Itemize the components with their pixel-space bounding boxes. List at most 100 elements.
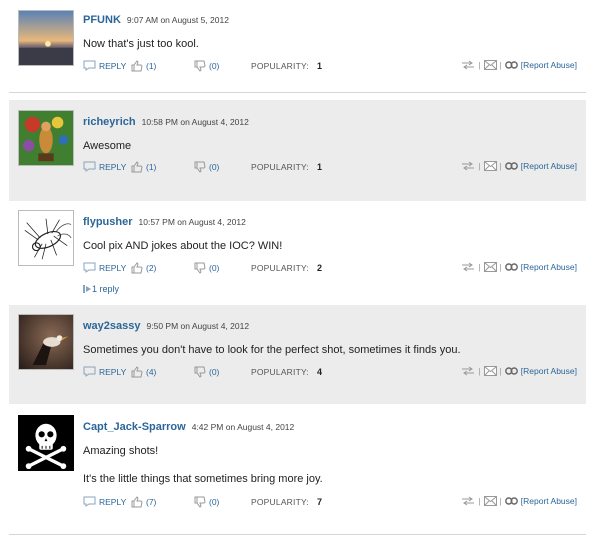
separator: | xyxy=(499,262,502,272)
comment-text: Amazing shots! xyxy=(83,445,159,457)
popularity-value: 4 xyxy=(316,367,323,377)
comment-text-line-2: It's the little things that sometimes br… xyxy=(83,473,323,485)
username[interactable]: way2sassy xyxy=(83,320,141,332)
like-count: (1) xyxy=(146,162,157,172)
thumbs-up-icon xyxy=(131,60,143,72)
username[interactable]: Capt_Jack-Sparrow xyxy=(83,421,186,433)
popularity: POPULARITY: 1 xyxy=(251,61,322,71)
reply-label: REPLY xyxy=(99,496,127,507)
comment-header: Capt_Jack-Sparrow 4:42 PM on August 4, 20… xyxy=(83,417,294,435)
reply-label: REPLY xyxy=(99,366,127,377)
username[interactable]: richeyrich xyxy=(83,116,136,128)
link-icon[interactable] xyxy=(504,367,518,375)
link-icon[interactable] xyxy=(504,61,518,69)
comment-actions: REPLY (1) (0) POPULARITY: 1 | | [Report A… xyxy=(83,161,577,175)
popularity-label: POPULARITY: xyxy=(251,61,309,71)
report-abuse-link[interactable]: [Report Abuse] xyxy=(521,60,577,70)
email-icon[interactable] xyxy=(483,60,497,70)
wildlife-photo-avatar xyxy=(19,315,73,369)
reply-icon xyxy=(83,496,96,507)
popularity-label: POPULARITY: xyxy=(251,367,309,377)
comment-1: PFUNK 9:07 AM on August 5, 2012 Now that'… xyxy=(9,0,586,92)
report-abuse-link[interactable]: [Report Abuse] xyxy=(521,161,577,171)
popularity-value: 1 xyxy=(316,162,323,172)
reply-button[interactable]: REPLY xyxy=(83,366,126,377)
separator: | xyxy=(499,161,502,171)
separator: | xyxy=(499,60,502,70)
share-icon[interactable] xyxy=(461,496,475,506)
popularity: POPULARITY: 7 xyxy=(251,497,322,507)
like-count: (7) xyxy=(146,497,157,507)
thumbs-up-icon xyxy=(131,496,143,508)
avatar[interactable] xyxy=(18,110,74,166)
reply-icon xyxy=(83,262,96,273)
reply-button[interactable]: REPLY xyxy=(83,161,126,172)
link-icon[interactable] xyxy=(504,497,518,505)
reply-label: REPLY xyxy=(99,262,127,273)
separator: | xyxy=(478,496,481,506)
like-button[interactable]: (4) xyxy=(131,366,156,378)
share-icon[interactable] xyxy=(461,366,475,376)
dislike-button[interactable]: (0) xyxy=(194,496,219,508)
separator: | xyxy=(478,60,481,70)
comment-text: Sometimes you don't have to look for the… xyxy=(83,344,461,356)
comment-text: Awesome xyxy=(83,140,132,152)
reply-label: REPLY xyxy=(99,60,127,71)
avatar[interactable] xyxy=(18,10,74,66)
link-icon[interactable] xyxy=(504,263,518,271)
dislike-button[interactable]: (0) xyxy=(194,366,219,378)
report-abuse-link[interactable]: [Report Abuse] xyxy=(521,262,577,272)
avatar[interactable] xyxy=(18,210,74,266)
share-icon[interactable] xyxy=(461,60,475,70)
comment-header: way2sassy 9:50 PM on August 4, 2012 xyxy=(83,316,249,334)
email-icon[interactable] xyxy=(483,496,497,506)
dislike-button[interactable]: (0) xyxy=(194,262,219,274)
replies-toggle[interactable]: 1 reply xyxy=(83,284,119,294)
dislike-count: (0) xyxy=(209,162,220,172)
skull-crossbones-avatar xyxy=(19,416,73,470)
avatar[interactable] xyxy=(18,415,74,471)
share-icon[interactable] xyxy=(461,161,475,171)
email-icon[interactable] xyxy=(483,366,497,376)
like-button[interactable]: (7) xyxy=(131,496,156,508)
separator: | xyxy=(499,366,502,376)
username[interactable]: flypusher xyxy=(83,216,133,228)
email-icon[interactable] xyxy=(483,262,497,272)
comment-actions: REPLY (1) (0) POPULARITY: 1 | | [Report A… xyxy=(83,60,577,74)
link-icon[interactable] xyxy=(504,162,518,170)
reply-icon xyxy=(83,161,96,172)
timestamp: 9:50 PM on August 4, 2012 xyxy=(146,321,250,331)
popularity: POPULARITY: 1 xyxy=(251,162,322,172)
timestamp: 4:42 PM on August 4, 2012 xyxy=(191,422,295,432)
thumbs-up-icon xyxy=(131,366,143,378)
reply-icon xyxy=(83,366,96,377)
reply-button[interactable]: REPLY xyxy=(83,496,126,507)
popularity: POPULARITY: 2 xyxy=(251,263,322,273)
dislike-button[interactable]: (0) xyxy=(194,60,219,72)
comment-divider xyxy=(9,92,586,93)
like-button[interactable]: (2) xyxy=(131,262,156,274)
like-button[interactable]: (1) xyxy=(131,161,156,173)
comment-text: Now that's just too kool. xyxy=(83,38,199,50)
reply-button[interactable]: REPLY xyxy=(83,60,126,71)
comment-divider xyxy=(9,534,586,535)
username[interactable]: PFUNK xyxy=(83,14,121,26)
dislike-button[interactable]: (0) xyxy=(194,161,219,173)
popularity: POPULARITY: 4 xyxy=(251,367,322,377)
popularity-value: 2 xyxy=(316,263,323,273)
comment-header: richeyrich 10:58 PM on August 4, 2012 xyxy=(83,112,249,130)
comment-header: flypusher 10:57 PM on August 4, 2012 xyxy=(83,212,246,230)
share-icon[interactable] xyxy=(461,262,475,272)
comment-actions: REPLY (4) (0) POPULARITY: 4 | | [Report A… xyxy=(83,366,577,380)
like-button[interactable]: (1) xyxy=(131,60,156,72)
thumbs-down-icon xyxy=(194,262,206,274)
report-abuse-link[interactable]: [Report Abuse] xyxy=(521,366,577,376)
avatar[interactable] xyxy=(18,314,74,370)
reply-button[interactable]: REPLY xyxy=(83,262,126,273)
report-abuse-link[interactable]: [Report Abuse] xyxy=(521,496,577,506)
thumbs-down-icon xyxy=(194,161,206,173)
email-icon[interactable] xyxy=(483,161,497,171)
comment-tools: | | [Report Abuse] xyxy=(461,262,577,272)
comment-tools: | | [Report Abuse] xyxy=(461,496,577,506)
popularity-value: 1 xyxy=(316,61,323,71)
